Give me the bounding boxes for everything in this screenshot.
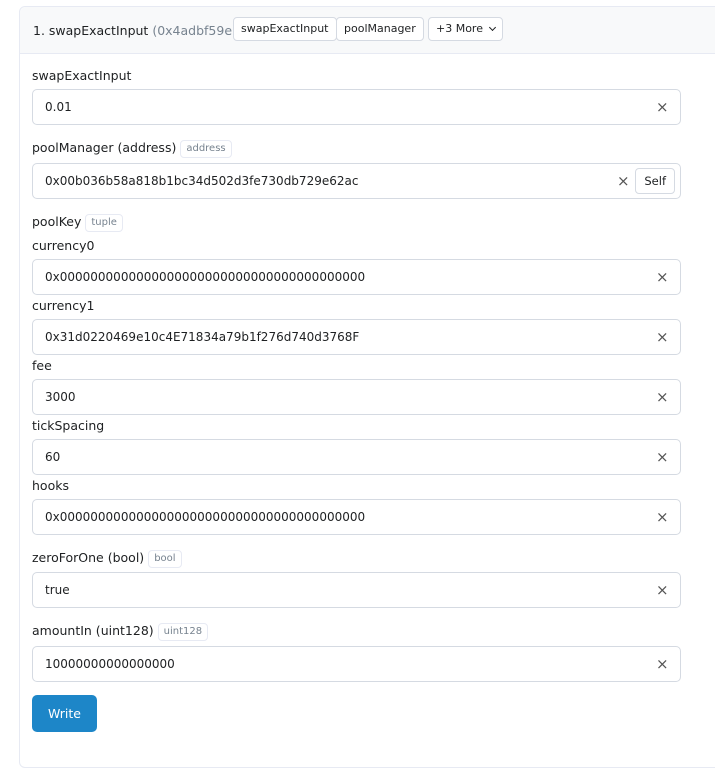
hooks-label: hooks — [32, 478, 69, 493]
amountin-field: × — [32, 646, 681, 682]
currency1-field: × — [32, 319, 681, 355]
currency0-input[interactable] — [45, 260, 605, 294]
swapexactinput-field: × — [32, 89, 681, 125]
tickspacing-label: tickSpacing — [32, 418, 105, 433]
write-button[interactable]: Write — [32, 695, 97, 732]
currency1-label: currency1 — [32, 298, 95, 313]
function-title[interactable]: 1. swapExactInput (0x4adbf59e) — [33, 23, 237, 38]
clear-icon[interactable]: × — [656, 100, 669, 115]
poolmanager-field: × Self — [32, 163, 681, 199]
more-tags-button[interactable]: +3 More — [428, 17, 503, 41]
fee-label: fee — [32, 358, 52, 373]
type-badge-uint128: uint128 — [157, 623, 209, 641]
fee-input[interactable] — [45, 380, 605, 414]
clear-icon[interactable]: × — [656, 270, 669, 285]
type-badge-tuple: tuple — [85, 214, 123, 232]
zeroforone-field: × — [32, 572, 681, 608]
currency1-input[interactable] — [45, 320, 605, 354]
swapexactinput-input[interactable] — [45, 90, 605, 124]
poolmanager-label-text: poolManager (address) — [32, 140, 177, 155]
zeroforone-label-text: zeroForOne (bool) — [32, 550, 145, 565]
function-selector: (0x4adbf59e) — [152, 23, 237, 38]
poolmanager-label: poolManager (address) address — [32, 140, 232, 158]
zeroforone-input[interactable] — [45, 573, 605, 607]
clear-icon[interactable]: × — [656, 510, 669, 525]
hooks-field: × — [32, 499, 681, 535]
poolkey-label: poolKey tuple — [32, 214, 123, 232]
hooks-input[interactable] — [45, 500, 605, 534]
self-button[interactable]: Self — [635, 168, 675, 194]
function-name: 1. swapExactInput — [33, 23, 149, 38]
clear-icon[interactable]: × — [617, 174, 630, 189]
clear-icon[interactable]: × — [656, 583, 669, 598]
clear-icon[interactable]: × — [656, 330, 669, 345]
tag-poolmanager[interactable]: poolManager — [336, 17, 424, 41]
zeroforone-label: zeroForOne (bool) bool — [32, 550, 182, 568]
clear-icon[interactable]: × — [656, 657, 669, 672]
currency0-field: × — [32, 259, 681, 295]
tag-swapexactinput[interactable]: swapExactInput — [233, 17, 337, 41]
tickspacing-field: × — [32, 439, 681, 475]
fee-field: × — [32, 379, 681, 415]
clear-icon[interactable]: × — [656, 390, 669, 405]
currency0-label: currency0 — [32, 238, 95, 253]
function-header[interactable]: 1. swapExactInput (0x4adbf59e) swapExact… — [20, 7, 715, 54]
more-tags-label: +3 More — [436, 22, 483, 35]
chevron-down-icon — [488, 23, 497, 32]
amountin-input[interactable] — [45, 647, 605, 681]
amountin-label-text: amountIn (uint128) — [32, 623, 154, 638]
type-badge-bool: bool — [148, 550, 182, 568]
poolkey-label-text: poolKey — [32, 214, 82, 229]
poolmanager-input[interactable] — [45, 164, 605, 198]
amountin-label: amountIn (uint128) uint128 — [32, 623, 209, 641]
swapexactinput-label: swapExactInput — [32, 68, 132, 83]
tickspacing-input[interactable] — [45, 440, 605, 474]
clear-icon[interactable]: × — [656, 450, 669, 465]
type-badge-address: address — [180, 140, 232, 158]
